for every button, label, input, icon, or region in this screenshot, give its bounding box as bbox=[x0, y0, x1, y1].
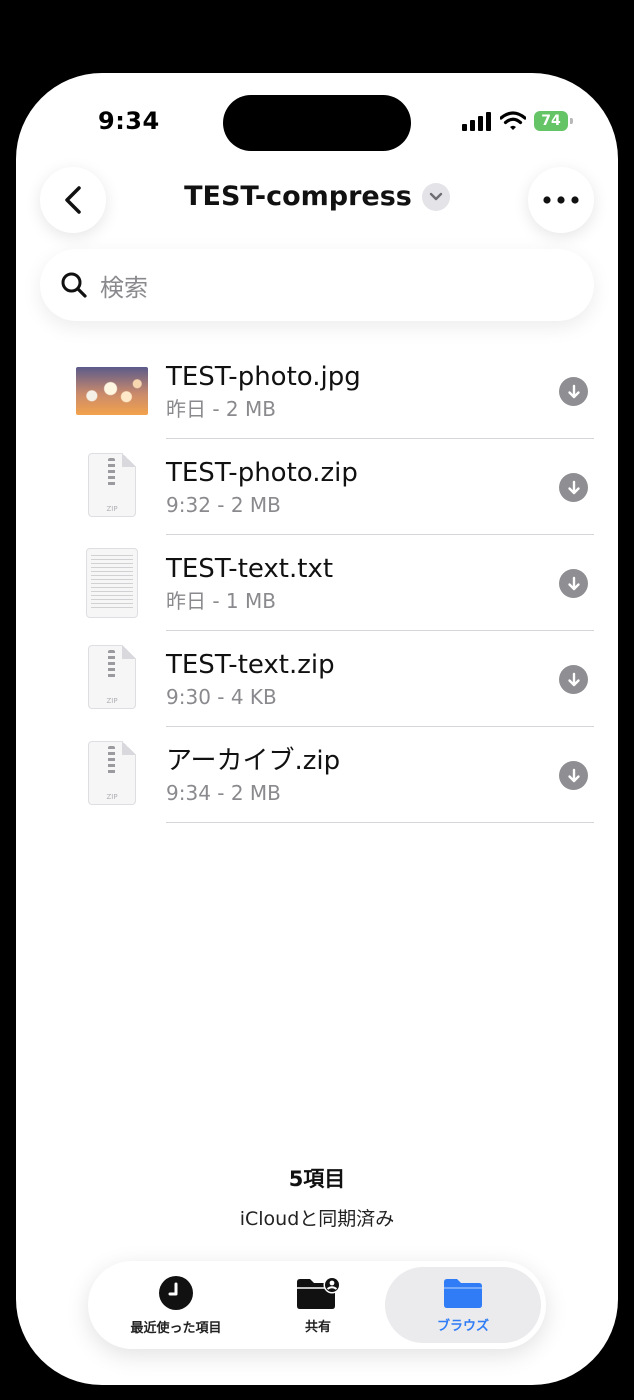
file-meta: 昨日 - 1 MB bbox=[166, 589, 276, 613]
file-row[interactable]: TEST-text.txt 昨日 - 1 MB bbox=[16, 535, 618, 631]
status-time: 9:34 bbox=[98, 107, 160, 135]
more-button[interactable] bbox=[528, 167, 594, 233]
shared-folder-icon bbox=[297, 1276, 341, 1309]
divider bbox=[166, 822, 594, 823]
tab-recents[interactable]: 最近使った項目 bbox=[108, 1261, 244, 1349]
cellular-signal-icon bbox=[462, 112, 491, 131]
file-meta: 9:30 - 4 KB bbox=[166, 685, 277, 709]
file-meta: 9:32 - 2 MB bbox=[166, 493, 281, 517]
zip-file-icon: ZIP bbox=[88, 453, 136, 517]
file-row[interactable]: TEST-photo.jpg 昨日 - 2 MB bbox=[16, 343, 618, 439]
search-icon bbox=[61, 272, 87, 298]
file-meta: 昨日 - 2 MB bbox=[166, 397, 276, 421]
file-name: アーカイブ.zip bbox=[166, 746, 341, 776]
file-row[interactable]: ZIP アーカイブ.zip 9:34 - 2 MB bbox=[16, 727, 618, 823]
ellipsis-icon bbox=[543, 196, 579, 204]
download-icon[interactable] bbox=[559, 377, 588, 406]
tab-label: 最近使った項目 bbox=[130, 1320, 222, 1336]
download-icon[interactable] bbox=[559, 569, 588, 598]
clock-icon bbox=[159, 1275, 193, 1310]
tab-label: 共有 bbox=[304, 1319, 331, 1335]
tab-browse[interactable]: ブラウズ bbox=[385, 1267, 541, 1343]
status-icons: 74 bbox=[462, 111, 573, 131]
zip-thumb-label: ZIP bbox=[106, 697, 118, 705]
phone-screen: 9:34 74 TEST-compress 検索 TEST-photo.jpg … bbox=[16, 73, 618, 1385]
dynamic-island bbox=[223, 95, 411, 151]
battery-indicator: 74 bbox=[534, 111, 573, 131]
file-meta: 9:34 - 2 MB bbox=[166, 781, 281, 805]
zip-file-icon: ZIP bbox=[88, 645, 136, 709]
file-row[interactable]: ZIP TEST-text.zip 9:30 - 4 KB bbox=[16, 631, 618, 727]
download-icon[interactable] bbox=[559, 761, 588, 790]
zip-file-icon: ZIP bbox=[88, 741, 136, 805]
file-name: TEST-photo.jpg bbox=[166, 362, 361, 392]
folder-title: TEST-compress bbox=[184, 181, 412, 212]
sync-status: iCloudと同期済み bbox=[239, 1208, 395, 1230]
zip-thumb-label: ZIP bbox=[106, 793, 118, 801]
file-name: TEST-photo.zip bbox=[166, 458, 358, 488]
search-field[interactable]: 検索 bbox=[40, 249, 594, 321]
item-count: 5項目 bbox=[288, 1167, 346, 1191]
folder-icon bbox=[444, 1278, 482, 1308]
text-file-icon bbox=[86, 548, 138, 618]
file-list: TEST-photo.jpg 昨日 - 2 MB ZIP TEST-photo.… bbox=[16, 343, 618, 823]
battery-level: 74 bbox=[541, 113, 561, 129]
zip-thumb-label: ZIP bbox=[106, 505, 118, 513]
chevron-down-icon[interactable] bbox=[421, 182, 450, 211]
tab-shared[interactable]: 共有 bbox=[263, 1261, 373, 1349]
tab-label: ブラウズ bbox=[436, 1318, 489, 1334]
download-icon[interactable] bbox=[559, 665, 588, 694]
photo-thumbnail bbox=[76, 367, 148, 415]
wifi-icon bbox=[500, 111, 526, 130]
search-placeholder: 検索 bbox=[100, 273, 148, 302]
download-icon[interactable] bbox=[559, 473, 588, 502]
file-name: TEST-text.zip bbox=[166, 650, 335, 680]
tab-bar: 最近使った項目 共有 ブラウズ bbox=[88, 1261, 546, 1349]
file-name: TEST-text.txt bbox=[166, 554, 334, 584]
file-row[interactable]: ZIP TEST-photo.zip 9:32 - 2 MB bbox=[16, 439, 618, 535]
